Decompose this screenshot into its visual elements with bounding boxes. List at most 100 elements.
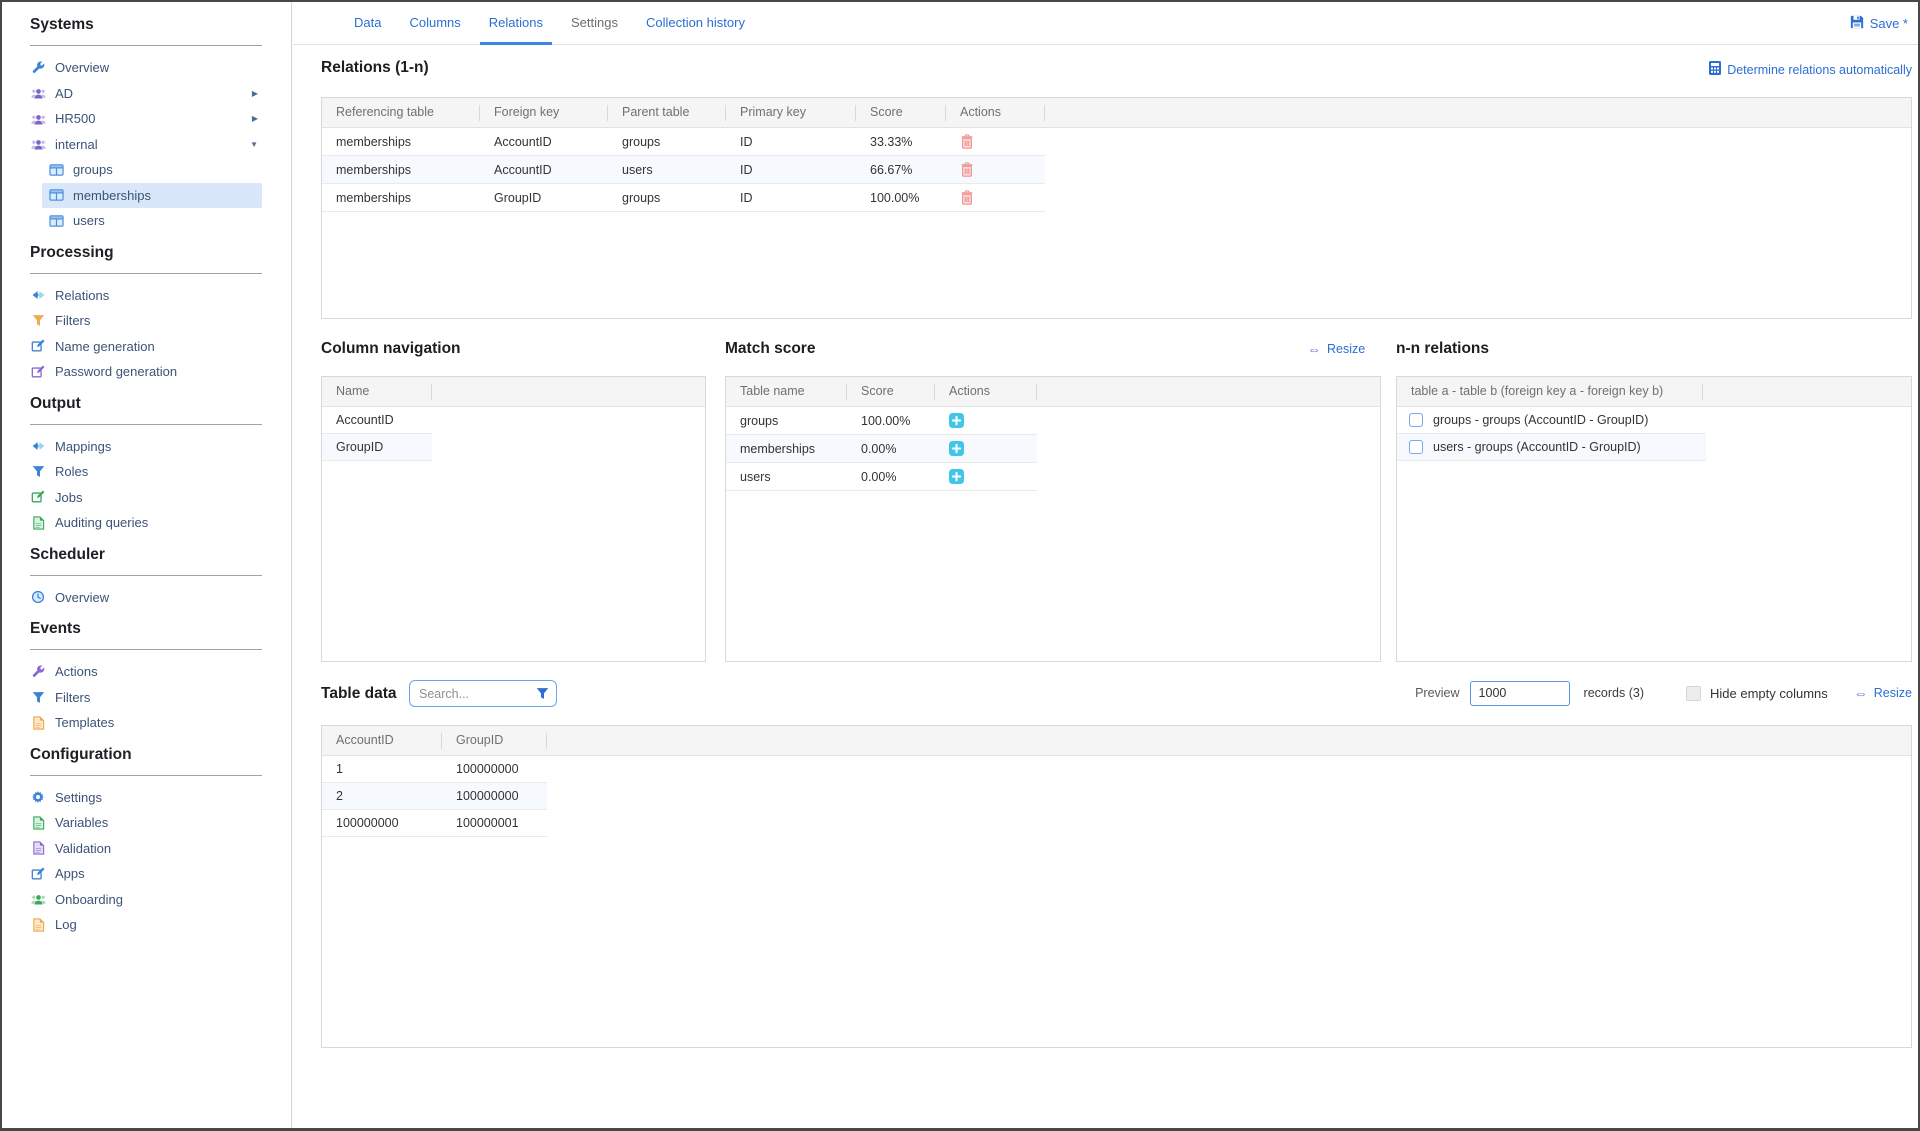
relation-row[interactable]: memberships AccountID users ID 66.67% [322,156,1045,184]
column-header[interactable]: Actions [946,98,1045,127]
delete-relation-button[interactable] [960,134,974,149]
tab-settings[interactable]: Settings [562,2,627,45]
sidebar-item-scheduler-overview[interactable]: Overview [30,585,262,611]
sidebar-item-actions[interactable]: Actions [30,659,262,685]
sidebar-item-internal[interactable]: internal ▼ [30,132,262,158]
cell-score: 0.00% [847,442,935,456]
sidebar-item-auditing-queries[interactable]: Auditing queries [30,510,262,536]
add-relation-button[interactable] [949,413,964,428]
sidebar-item-users[interactable]: users [30,208,262,234]
hide-empty-columns-checkbox[interactable] [1686,686,1701,701]
match-score-row[interactable]: users 0.00% [726,463,1037,491]
sidebar-item-templates[interactable]: Templates [30,710,262,736]
add-relation-button[interactable] [949,469,964,484]
table-icon [48,214,64,228]
section-title-systems: Systems [30,16,291,38]
relation-row[interactable]: memberships GroupID groups ID 100.00% [322,184,1045,212]
chevron-down-icon[interactable]: ▼ [250,140,258,149]
funnel-icon [30,465,46,478]
pencil-doc-icon [30,490,46,504]
column-header[interactable]: Primary key [726,98,856,127]
sidebar-item-name-generation[interactable]: Name generation [30,334,262,360]
data-row[interactable]: 2 100000000 [322,783,547,810]
cell-name: GroupID [322,440,432,454]
column-header[interactable]: Name [322,377,432,406]
sidebar-item-filters-events[interactable]: Filters [30,685,262,711]
cell-group-id: 100000000 [442,762,547,776]
sidebar-item-relations[interactable]: Relations [30,283,262,309]
tab-data[interactable]: Data [345,2,390,45]
sidebar-item-settings[interactable]: Settings [30,785,262,811]
table-data-resize-button[interactable]: ⇔ Resize [1854,686,1912,700]
sidebar-item-validation[interactable]: Validation [30,836,262,862]
column-header[interactable]: GroupID [442,726,547,755]
column-header[interactable]: Score [856,98,946,127]
sidebar-item-label: memberships [73,188,151,203]
sidebar-item-filters-processing[interactable]: Filters [30,308,262,334]
nn-relation-row[interactable]: users - groups (AccountID - GroupID) [1397,434,1706,461]
column-header[interactable]: Parent table [608,98,726,127]
column-header[interactable]: Referencing table [322,98,480,127]
column-nav-row[interactable]: GroupID [322,434,432,461]
chevron-right-icon[interactable]: ▶ [252,89,258,98]
sidebar-item-memberships[interactable]: memberships [42,183,262,209]
sidebar-item-onboarding[interactable]: Onboarding [30,887,262,913]
nn-relation-row[interactable]: groups - groups (AccountID - GroupID) [1397,407,1706,434]
sidebar-item-hr500[interactable]: HR500 ▶ [30,106,262,132]
delete-relation-button[interactable] [960,162,974,177]
save-button[interactable]: Save * [1850,2,1908,45]
cell-group-id: 100000001 [442,816,547,830]
preview-count-input[interactable] [1470,681,1570,706]
column-header[interactable]: Foreign key [480,98,608,127]
app-window: Systems Overview AD ▶ HR500 ▶ internal ▼ [0,0,1920,1131]
column-header[interactable]: table a - table b (foreign key a - forei… [1397,377,1703,406]
add-relation-button[interactable] [949,441,964,456]
column-header[interactable]: AccountID [322,726,442,755]
cell-score: 66.67% [856,163,946,177]
section-title-events: Events [30,620,291,642]
sidebar-item-variables[interactable]: Variables [30,810,262,836]
data-row[interactable]: 100000000 100000001 [322,810,547,837]
calculator-icon [1709,61,1721,78]
sidebar-item-overview[interactable]: Overview [30,55,262,81]
match-score-row[interactable]: groups 100.00% [726,407,1037,435]
divider [30,775,262,776]
data-row[interactable]: 1 100000000 [322,756,547,783]
match-score-row[interactable]: memberships 0.00% [726,435,1037,463]
delete-relation-button[interactable] [960,190,974,205]
relation-row[interactable]: memberships AccountID groups ID 33.33% [322,128,1045,156]
sidebar-item-jobs[interactable]: Jobs [30,485,262,511]
tab-collection-history[interactable]: Collection history [637,2,754,45]
column-nav-row[interactable]: AccountID [322,407,432,434]
sidebar-item-groups[interactable]: groups [30,157,262,183]
sidebar-item-password-generation[interactable]: Password generation [30,359,262,385]
column-header[interactable]: Table name [726,377,847,406]
sidebar-item-ad[interactable]: AD ▶ [30,81,262,107]
column-header[interactable]: Score [847,377,935,406]
cell-score: 33.33% [856,135,946,149]
search-funnel-icon[interactable] [536,687,549,705]
cell-primary-key: ID [726,191,856,205]
save-label: Save * [1870,16,1908,31]
nn-relation-checkbox[interactable] [1409,440,1423,454]
document-icon [30,841,46,855]
column-header[interactable]: Actions [935,377,1037,406]
match-score-resize-button[interactable]: ⇔ Resize [1307,342,1365,356]
sidebar-item-label: Apps [55,866,85,881]
cell-primary-key: ID [726,135,856,149]
tab-columns[interactable]: Columns [400,2,469,45]
chevron-right-icon[interactable]: ▶ [252,114,258,123]
sidebar-item-label: Variables [55,815,108,830]
sidebar-item-label: Validation [55,841,111,856]
search-input[interactable] [409,680,557,707]
match-score-title: Match score [725,340,815,358]
nn-relation-checkbox[interactable] [1409,413,1423,427]
sidebar-item-apps[interactable]: Apps [30,861,262,887]
sidebar-item-label: Password generation [55,364,177,379]
nn-relation-label: groups - groups (AccountID - GroupID) [1433,413,1648,427]
sidebar-item-roles[interactable]: Roles [30,459,262,485]
sidebar-item-log[interactable]: Log [30,912,262,938]
determine-relations-button[interactable]: Determine relations automatically [1709,61,1912,78]
tab-relations[interactable]: Relations [480,2,552,45]
sidebar-item-mappings[interactable]: Mappings [30,434,262,460]
